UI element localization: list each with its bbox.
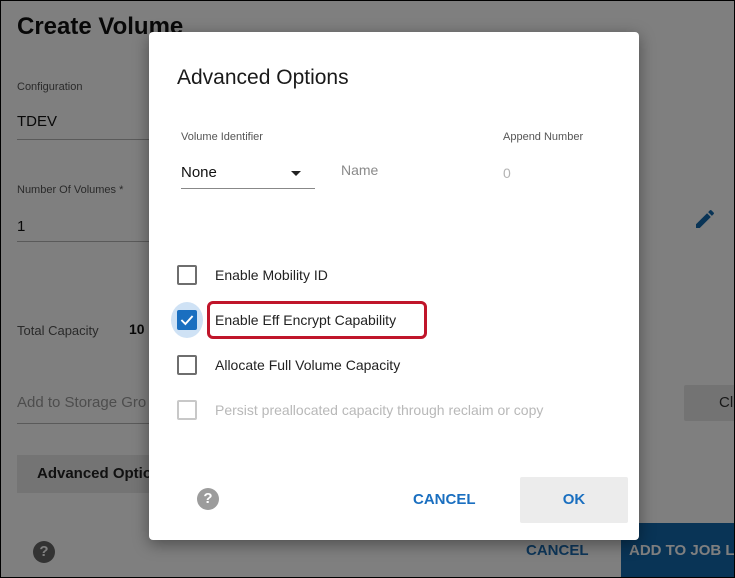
option-label: Persist preallocated capacity through re… xyxy=(215,402,544,418)
highlight-annotation xyxy=(207,301,427,339)
help-icon[interactable]: ? xyxy=(197,488,219,510)
option-label: Enable Mobility ID xyxy=(215,267,328,283)
option-label: Allocate Full Volume Capacity xyxy=(215,357,401,373)
checkbox-enable-mobility-id[interactable] xyxy=(177,265,197,285)
volume-identifier-label: Volume Identifier xyxy=(181,131,263,143)
advanced-options-dialog: Advanced Options Volume Identifier None … xyxy=(149,32,639,540)
name-input[interactable]: Name xyxy=(341,162,378,178)
ok-button[interactable]: OK xyxy=(520,477,628,523)
checkmark-icon xyxy=(180,315,194,326)
checkbox-enable-eff-encrypt[interactable] xyxy=(177,310,197,330)
dialog-title: Advanced Options xyxy=(177,66,349,89)
checkbox-persist-preallocated xyxy=(177,400,197,420)
append-number-label: Append Number xyxy=(503,131,584,143)
append-number-input[interactable]: 0 xyxy=(503,165,511,181)
volume-identifier-value: None xyxy=(181,164,217,181)
cancel-button[interactable]: CANCEL xyxy=(413,491,476,508)
screen-frame: Create Volume Configuration TDEV Number … xyxy=(0,0,735,578)
caret-down-icon xyxy=(291,171,301,176)
volume-identifier-select[interactable]: None xyxy=(181,158,315,189)
checkbox-allocate-full-capacity[interactable] xyxy=(177,355,197,375)
